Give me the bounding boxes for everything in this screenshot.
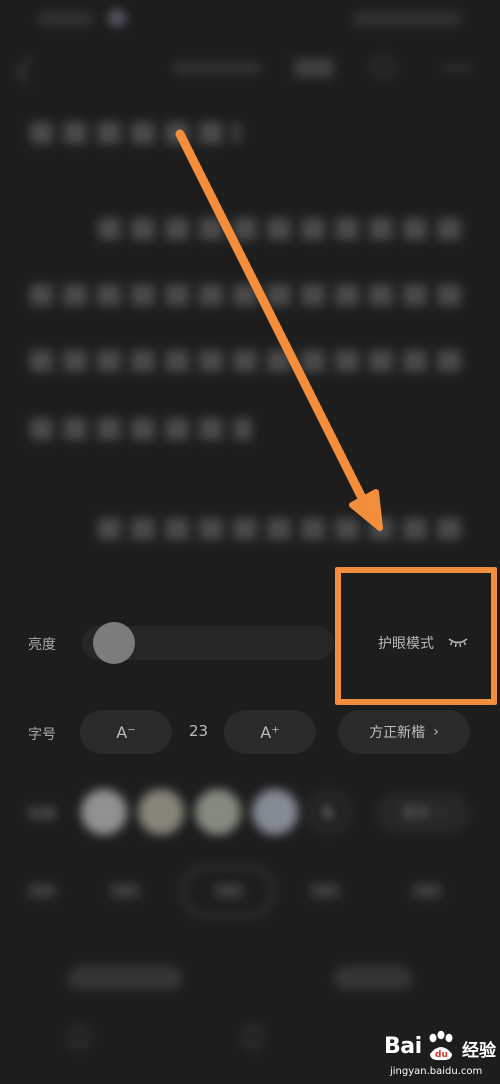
mode-option-selected[interactable] — [182, 866, 274, 916]
background-swatch-green[interactable] — [195, 789, 241, 835]
more-backgrounds-button[interactable]: 更多 › — [376, 792, 470, 834]
paw-logo-icon: du — [429, 1030, 453, 1061]
watermark-brand: Bai — [384, 1034, 422, 1059]
watermark-brand-du: du — [435, 1050, 448, 1060]
more-label: 更多 — [402, 806, 431, 822]
bottom-setting-button[interactable] — [68, 966, 182, 990]
reader-toolbar — [0, 48, 500, 92]
font-increase-button[interactable]: A⁺ — [224, 710, 316, 754]
nav-icon[interactable] — [70, 1026, 88, 1048]
article-content — [0, 100, 500, 570]
background-swatch-gray[interactable] — [81, 789, 127, 835]
mode-option[interactable] — [110, 884, 140, 898]
mode-option[interactable] — [310, 884, 340, 898]
font-family-label: 方正新楷 — [369, 725, 426, 741]
brightness-label: 亮度 — [28, 637, 56, 653]
font-increase-label: A⁺ — [260, 722, 280, 742]
font-decrease-button[interactable]: A⁻ — [80, 710, 172, 754]
font-decrease-label: A⁻ — [116, 722, 136, 742]
baidu-jingyan-watermark: Bai du 经验 jingyan.baidu.com — [384, 1028, 500, 1084]
text-line — [30, 350, 468, 372]
toolbar-item[interactable] — [172, 62, 262, 74]
mode-option[interactable] — [28, 884, 56, 898]
annotation-highlight-box — [335, 567, 497, 705]
text-line — [98, 218, 468, 240]
night-mode-button[interactable] — [309, 792, 349, 832]
status-app-icon — [108, 9, 126, 27]
background-swatch-khaki[interactable] — [138, 789, 184, 835]
text-line — [30, 284, 468, 306]
reader-screen: 亮度 护眼模式 字号 A⁻ 23 A⁺ 方正新楷 › 背景 更多 › Bai d… — [0, 0, 500, 1084]
text-line — [30, 418, 252, 440]
mode-option[interactable] — [412, 884, 442, 898]
status-bar — [0, 0, 500, 40]
background-swatch-blue[interactable] — [252, 789, 298, 835]
text-line — [30, 122, 240, 144]
chevron-right-icon: › — [433, 724, 439, 740]
font-size-value: 23 — [189, 722, 209, 740]
status-time — [38, 12, 94, 26]
font-family-button[interactable]: 方正新楷 › — [338, 710, 470, 754]
background-label: 背景 — [28, 807, 56, 823]
nav-icon[interactable] — [244, 1026, 262, 1048]
chevron-right-icon: › — [438, 805, 444, 821]
text-line — [98, 518, 468, 540]
status-indicators — [352, 12, 462, 26]
search-icon[interactable] — [372, 56, 394, 78]
moon-icon — [322, 804, 336, 819]
bottom-setting-button[interactable] — [334, 966, 412, 990]
watermark-experience: 经验 — [462, 1041, 496, 1061]
font-size-label: 字号 — [28, 727, 56, 743]
more-icon[interactable] — [444, 66, 472, 70]
watermark-url: jingyan.baidu.com — [390, 1066, 483, 1077]
toolbar-item[interactable] — [294, 58, 334, 78]
back-icon[interactable] — [15, 57, 42, 84]
brightness-slider-thumb[interactable] — [93, 622, 135, 664]
